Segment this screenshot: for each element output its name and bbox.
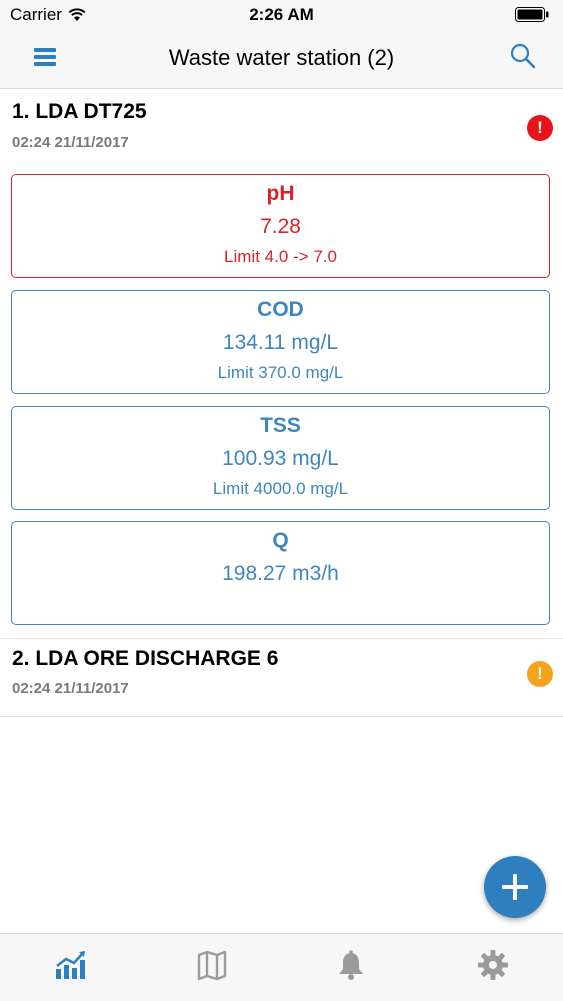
battery-icon	[515, 7, 549, 22]
param-limit: Limit 4000.0 mg/L	[212, 479, 349, 498]
alert-icon[interactable]: !	[527, 115, 553, 141]
param-limit: Limit 370.0 mg/L	[217, 363, 344, 382]
param-name: COD	[257, 298, 304, 321]
param-card-cod[interactable]: COD 134.11 mg/L Limit 370.0 mg/L	[11, 290, 550, 394]
map-icon[interactable]	[196, 949, 228, 981]
page-title: Waste water station (2)	[168, 45, 395, 70]
gear-icon[interactable]	[477, 949, 509, 981]
tab-bar	[0, 933, 563, 1001]
param-name: pH	[266, 182, 295, 205]
param-value: 7.28	[260, 215, 301, 238]
param-limit: Limit 4.0 -> 7.0	[224, 247, 337, 266]
param-card-ph[interactable]: pH 7.28 Limit 4.0 -> 7.0	[11, 174, 550, 278]
warning-icon[interactable]: !	[527, 661, 553, 687]
station-timestamp: 02:24 21/11/2017	[12, 134, 129, 151]
plus-icon	[502, 874, 528, 900]
bell-icon[interactable]	[335, 949, 367, 981]
chart-icon[interactable]	[54, 949, 86, 981]
param-card-tss[interactable]: TSS 100.93 mg/L Limit 4000.0 mg/L	[11, 406, 550, 510]
divider	[0, 716, 563, 717]
param-value: 100.93 mg/L	[222, 447, 339, 470]
search-icon[interactable]	[509, 42, 537, 70]
param-name: Q	[272, 529, 289, 552]
status-bar: Carrier 2:26 AM	[0, 0, 563, 30]
station-name: 1. LDA DT725	[12, 100, 147, 123]
station-timestamp: 02:24 21/11/2017	[12, 680, 129, 697]
param-value: 134.11 mg/L	[222, 331, 339, 354]
station-name: 2. LDA ORE DISCHARGE 6	[12, 647, 279, 670]
param-name: TSS	[260, 414, 301, 437]
clock: 2:26 AM	[249, 5, 314, 24]
param-card-q[interactable]: Q 198.27 m3/h	[11, 521, 550, 625]
add-button[interactable]	[484, 856, 546, 918]
station-item[interactable]: 2. LDA ORE DISCHARGE 6 02:24 21/11/2017 …	[0, 638, 563, 716]
station-item[interactable]: 1. LDA DT725 02:24 21/11/2017 ! pH 7.28 …	[0, 88, 563, 638]
nav-bar: Waste water station (2)	[0, 30, 563, 89]
param-value: 198.27 m3/h	[222, 562, 339, 585]
